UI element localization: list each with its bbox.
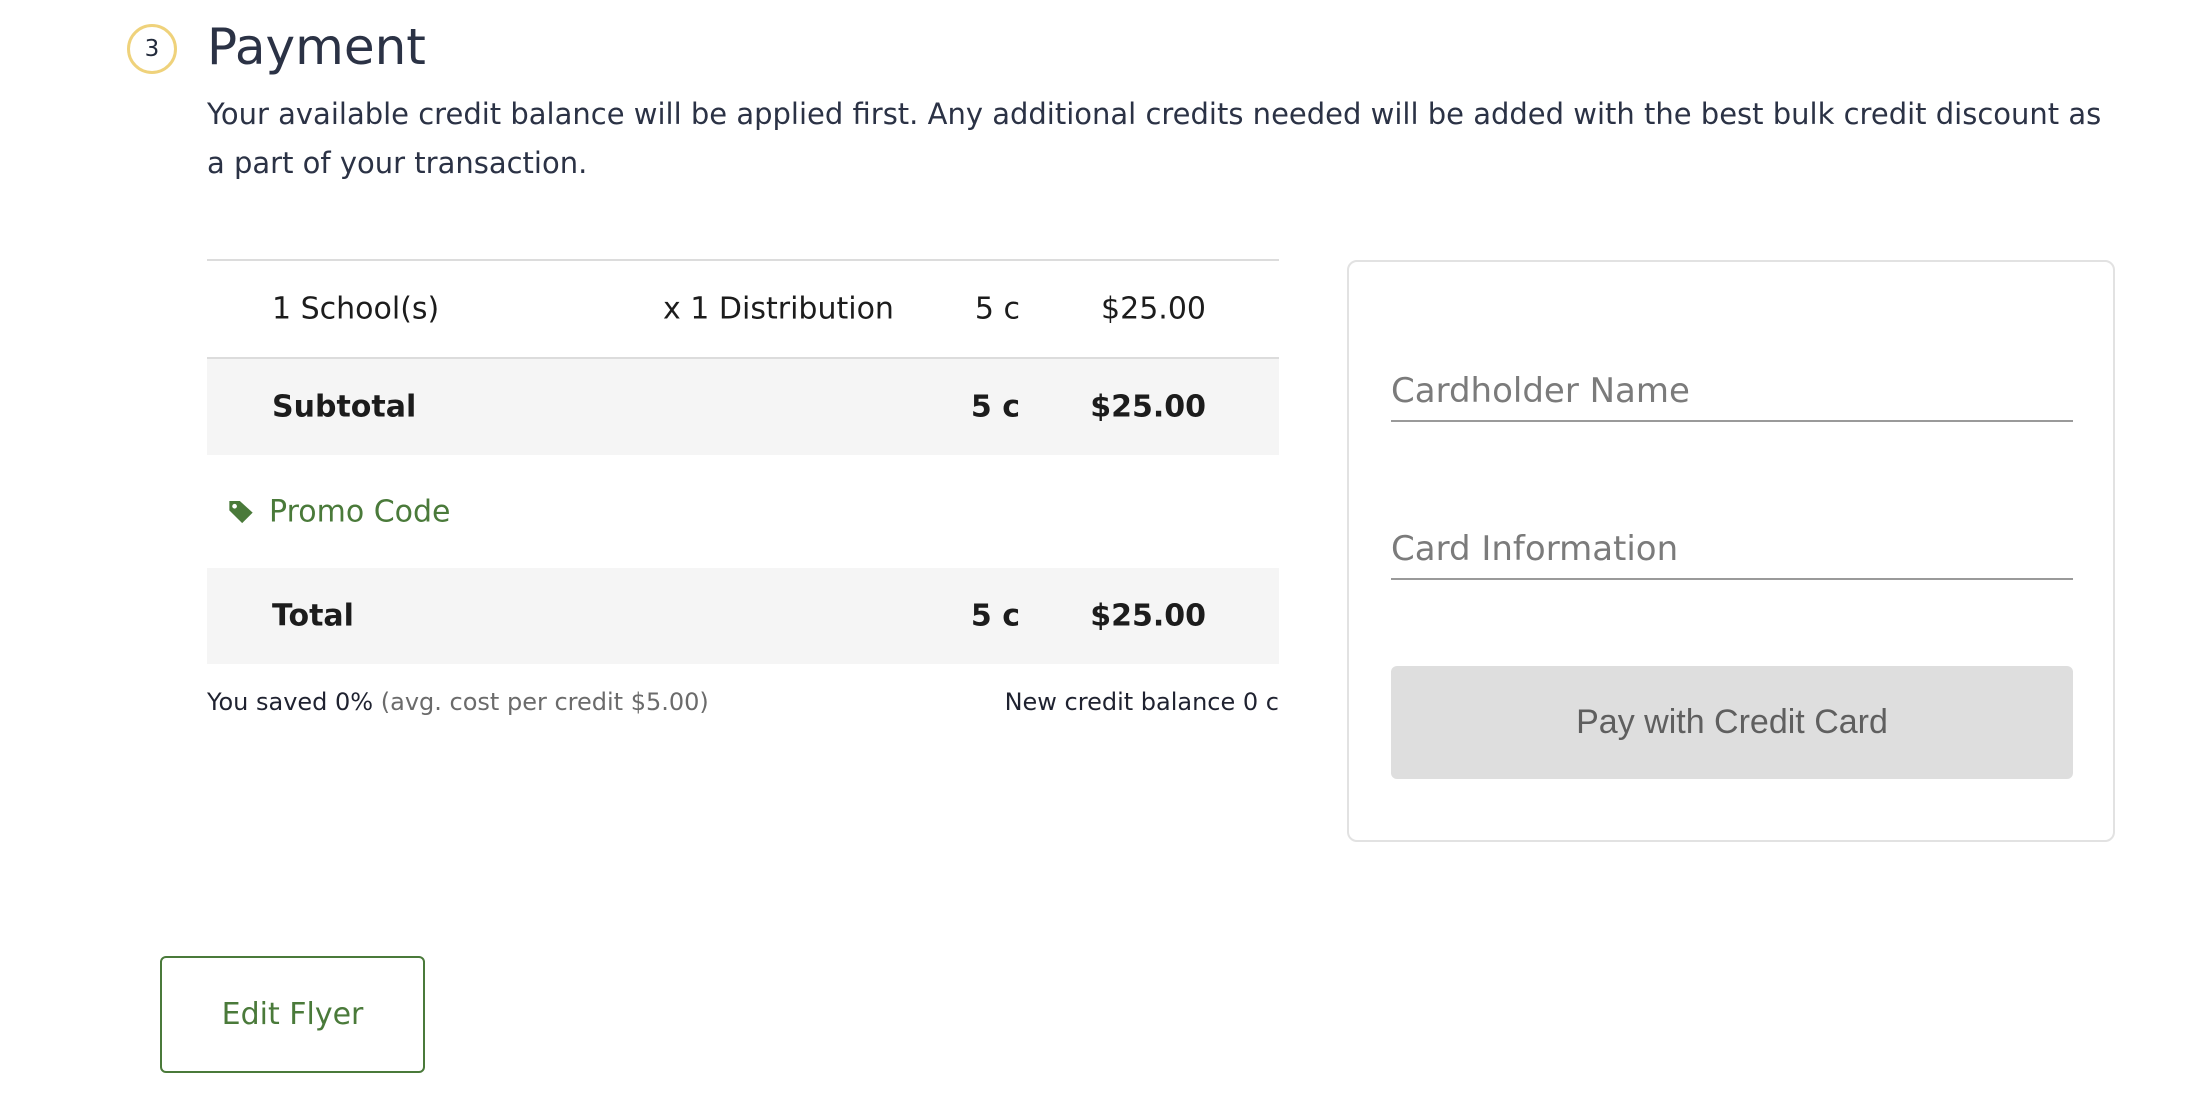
line-item-distribution: x 1 Distribution [663, 291, 894, 327]
table-row-subtotal: Subtotal 5 c $25.00 [207, 359, 1279, 455]
credit-card-form: Pay with Credit Card [1347, 260, 2115, 842]
total-label: Total [272, 598, 354, 634]
line-item-credits: 5 c [974, 291, 1020, 327]
total-credits: 5 c [970, 598, 1020, 634]
promo-code-label: Promo Code [269, 494, 451, 529]
edit-flyer-button[interactable]: Edit Flyer [160, 956, 425, 1073]
total-price: $25.00 [1090, 598, 1206, 634]
payment-intro-text: Your available credit balance will be ap… [207, 97, 2102, 180]
new-credit-balance: New credit balance 0 c [1004, 688, 1279, 716]
savings-text: You saved 0% (avg. cost per credit $5.00… [207, 688, 709, 716]
order-summary-table: 1 School(s) x 1 Distribution 5 c $25.00 … [207, 259, 1279, 664]
card-information-input[interactable] [1391, 520, 2073, 580]
table-row-line-item: 1 School(s) x 1 Distribution 5 c $25.00 [207, 259, 1279, 359]
savings-footnote: You saved 0% (avg. cost per credit $5.00… [207, 688, 1279, 724]
line-item-price: $25.00 [1101, 291, 1206, 327]
promo-code-link[interactable]: Promo Code [227, 494, 451, 529]
subtotal-price: $25.00 [1090, 389, 1206, 425]
subtotal-label: Subtotal [272, 389, 417, 425]
step-number-badge: 3 [127, 24, 177, 74]
saved-percent: You saved 0% [207, 688, 374, 716]
pay-with-credit-card-button[interactable]: Pay with Credit Card [1391, 666, 2073, 779]
tag-icon [229, 501, 253, 524]
avg-cost-text: (avg. cost per credit $5.00) [380, 688, 709, 716]
table-row-promo: Promo Code [207, 455, 1279, 568]
line-item-name: 1 School(s) [272, 291, 440, 327]
subtotal-credits: 5 c [970, 389, 1020, 425]
cardholder-name-input[interactable] [1391, 362, 2073, 422]
page-title: Payment [207, 18, 426, 76]
table-row-total: Total 5 c $25.00 [207, 568, 1279, 664]
